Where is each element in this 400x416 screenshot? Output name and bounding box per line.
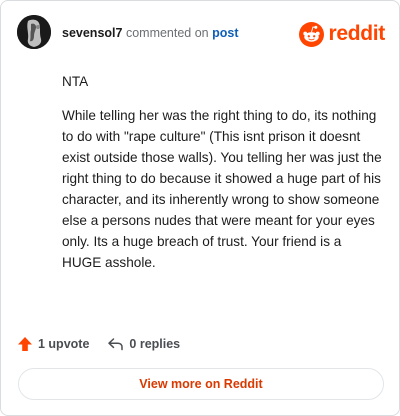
comment-body: NTA While telling her was the right thin… bbox=[62, 71, 384, 273]
avatar-image bbox=[17, 15, 51, 49]
reddit-logo[interactable]: reddit bbox=[299, 21, 385, 47]
comment-header: sevensol7 commented on post reddit bbox=[17, 15, 385, 55]
comment-meta: sevensol7 commented on post bbox=[62, 26, 239, 40]
username[interactable]: sevensol7 bbox=[62, 26, 122, 40]
reddit-snoo-icon bbox=[299, 21, 325, 47]
replies-label: 0 replies bbox=[129, 337, 181, 351]
comment-paragraph: NTA bbox=[62, 74, 89, 89]
arrow-up-icon bbox=[18, 337, 32, 351]
brand-wordmark: reddit bbox=[328, 22, 385, 45]
reply-arrow-icon bbox=[108, 338, 124, 351]
avatar[interactable] bbox=[17, 15, 51, 49]
view-more-button[interactable]: View more on Reddit bbox=[18, 368, 384, 400]
comment-footer: 1 upvote 0 replies bbox=[17, 333, 180, 355]
upvote-label: 1 upvote bbox=[38, 337, 90, 351]
comment-embed-card: sevensol7 commented on post reddit NTA W… bbox=[0, 0, 400, 416]
reply-count[interactable]: 0 replies bbox=[107, 336, 180, 352]
post-link[interactable]: post bbox=[212, 26, 238, 40]
action-text: commented on bbox=[125, 26, 209, 40]
upvote-count[interactable]: 1 upvote bbox=[17, 336, 89, 352]
comment-paragraph: While telling her was the right thing to… bbox=[62, 108, 382, 270]
